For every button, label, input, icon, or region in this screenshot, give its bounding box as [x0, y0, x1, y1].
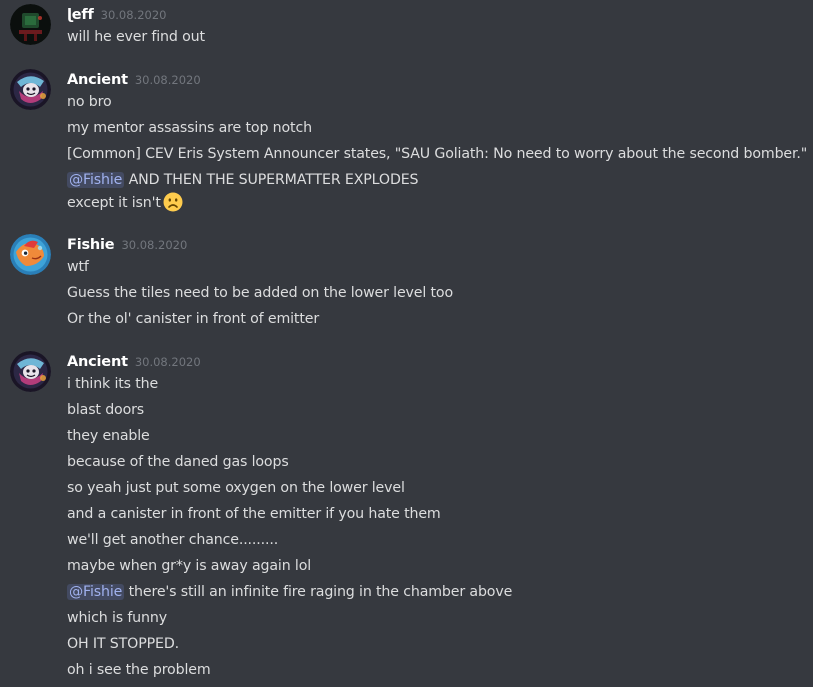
message-line: they enable [67, 428, 150, 444]
message-line: [Common] CEV Eris System Announcer state… [67, 146, 808, 162]
author-name[interactable]: Ancient [67, 72, 128, 88]
message-line: wtf [67, 259, 89, 275]
message-line: so yeah just put some oxygen on the lowe… [67, 480, 405, 496]
message-line: except it isn't [67, 192, 183, 218]
author-name[interactable]: Fishie [67, 237, 115, 253]
user-avatar-image [10, 4, 51, 45]
chat-message-list: ɭeff 30.08.2020 will he ever find out Anc… [0, 0, 813, 687]
message-author[interactable]: Fishie 30.08.2020 [67, 235, 187, 255]
avatar[interactable] [10, 351, 51, 392]
message-author[interactable]: Ancient 30.08.2020 [67, 352, 201, 372]
message-timestamp: 30.08.2020 [134, 73, 201, 87]
message-line: no bro [67, 94, 112, 110]
message-line: and a canister in front of the emitter i… [67, 506, 441, 522]
author-name[interactable]: ɭeff [67, 7, 94, 23]
message-line: i think its the [67, 376, 159, 392]
message-line: will he ever find out [67, 29, 205, 45]
message-timestamp: 30.08.2020 [134, 355, 201, 369]
avatar[interactable] [10, 234, 51, 275]
avatar[interactable] [10, 4, 51, 45]
message-timestamp: 30.08.2020 [121, 238, 188, 252]
user-avatar-image [10, 234, 51, 275]
message-line: @Fishie AND THEN THE SUPERMATTER EXPLODE… [67, 170, 419, 190]
avatar[interactable] [10, 69, 51, 110]
message-text: AND THEN THE SUPERMATTER EXPLODES [124, 172, 419, 188]
message-text: there's still an infinite fire raging in… [124, 584, 513, 600]
message-line: blast doors [67, 402, 145, 418]
user-mention[interactable]: @Fishie [67, 172, 125, 188]
message-line: my mentor assassins are top notch [67, 120, 312, 136]
message-line: maybe when gr*y is away again lol [67, 558, 312, 574]
author-name[interactable]: Ancient [67, 354, 128, 370]
message-line: which is funny [67, 610, 167, 626]
message-text: except it isn't [67, 195, 161, 211]
user-avatar-image [10, 69, 51, 110]
message-timestamp: 30.08.2020 [100, 8, 167, 22]
user-mention[interactable]: @Fishie [67, 584, 125, 600]
message-line: @Fishie there's still an infinite fire r… [67, 582, 512, 602]
message-line: because of the daned gas loops [67, 454, 289, 470]
message-line: we'll get another chance......... [67, 532, 279, 548]
message-line: OH IT STOPPED. [67, 636, 179, 652]
message-author[interactable]: Ancient 30.08.2020 [67, 70, 201, 90]
message-line: oh i see the problem [67, 662, 211, 678]
message-line: Guess the tiles need to be added on the … [67, 285, 453, 301]
message-line: Or the ol' canister in front of emitter [67, 311, 320, 327]
message-author[interactable]: ɭeff 30.08.2020 [67, 5, 166, 25]
frowning-face-icon[interactable] [163, 192, 183, 218]
user-avatar-image [10, 351, 51, 392]
